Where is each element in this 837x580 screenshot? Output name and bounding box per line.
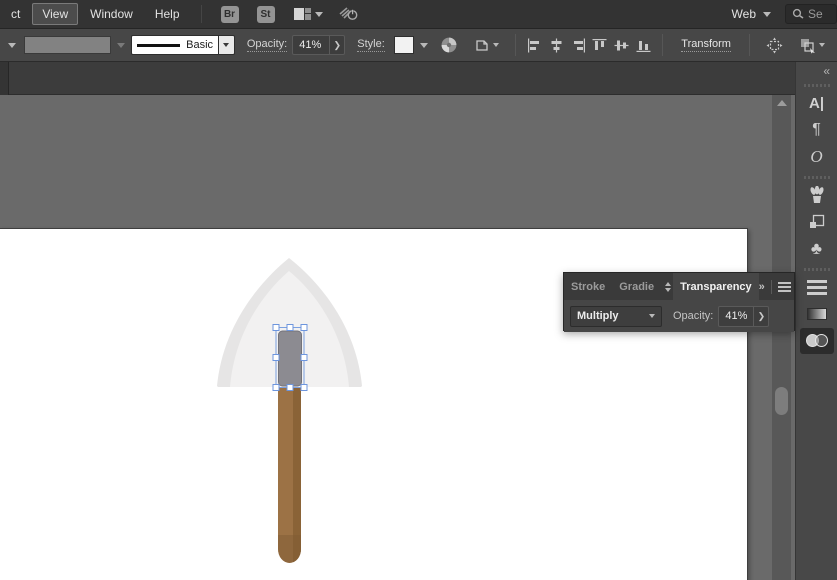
character-panel-button[interactable]: A|: [800, 90, 834, 116]
chevron-down-icon: [492, 43, 499, 47]
panel-opacity-value[interactable]: 41%: [719, 310, 753, 322]
menu-item-help[interactable]: Help: [145, 3, 190, 25]
opacity-value[interactable]: 41%: [293, 39, 329, 51]
divider: [662, 34, 664, 56]
gradient-panel-button[interactable]: [800, 301, 834, 327]
opacity-field[interactable]: 41% ❯: [292, 35, 346, 55]
align-horizontal-center-button[interactable]: [545, 33, 567, 57]
opentype-panel-button[interactable]: O: [800, 144, 834, 170]
touch-workspace-icon[interactable]: [337, 4, 359, 25]
panel-tab-bar: Stroke Gradie Transparency »: [564, 273, 794, 300]
dock-grip[interactable]: [803, 268, 830, 271]
arrange-documents-icon[interactable]: [293, 8, 311, 20]
shovel-socket: [278, 330, 302, 387]
align-vertical-bottom-button[interactable]: [632, 33, 654, 57]
brush-definition-label: Basic: [186, 39, 214, 51]
document-tab-edge[interactable]: [0, 62, 9, 95]
menu-item-view[interactable]: View: [32, 3, 79, 25]
arrange-options-icon[interactable]: [799, 37, 825, 54]
stock-button[interactable]: St: [256, 5, 275, 23]
transform-panel-button[interactable]: [800, 209, 834, 235]
style-dropdown-icon[interactable]: [419, 42, 428, 48]
search-icon: [792, 8, 804, 19]
workspace-switcher[interactable]: Web: [732, 7, 771, 21]
divider: [514, 34, 516, 56]
panel-dock: « A| ¶ O ♣: [795, 62, 837, 580]
workspace-label: Web: [731, 7, 756, 21]
control-bar: Basic Opacity: 41% ❯ Style: Transform: [0, 29, 837, 62]
dock-grip[interactable]: [803, 176, 830, 179]
shovel-artwork[interactable]: [170, 230, 420, 575]
panel-overflow-button[interactable]: »: [759, 281, 765, 293]
paragraph-icon: ¶: [812, 121, 821, 138]
scrollbar-thumb[interactable]: [775, 387, 788, 415]
align-horizontal-right-button[interactable]: [567, 33, 589, 57]
divider: [770, 279, 772, 294]
panel-opacity-label: Opacity:: [673, 310, 714, 322]
divider: [748, 34, 750, 56]
tab-gradient[interactable]: Gradie: [612, 273, 661, 300]
chevron-down-icon: [818, 43, 825, 47]
illustrator-window: ct View Window Help Br St Web Se Basic O…: [0, 0, 837, 580]
blend-mode-select[interactable]: Multiply: [570, 305, 662, 327]
gradient-icon: [806, 308, 827, 320]
search-input[interactable]: Se: [785, 4, 837, 24]
dock-grip[interactable]: [803, 84, 830, 87]
brushes-panel-button[interactable]: [800, 182, 834, 208]
collapse-dock-button[interactable]: «: [796, 62, 837, 78]
transparency-panel-body: Multiply Opacity: 41% ❯: [564, 300, 794, 332]
panel-opacity-field[interactable]: 41% ❯: [718, 305, 770, 327]
transform-link[interactable]: Transform: [681, 38, 731, 52]
paragraph-panel-button[interactable]: ¶: [800, 117, 834, 143]
opacity-stepper-icon[interactable]: ❯: [329, 36, 344, 54]
brush-definition-dropdown[interactable]: [219, 35, 235, 55]
scroll-up-icon[interactable]: [777, 100, 787, 106]
chevron-down-icon: [649, 314, 655, 318]
vertical-scrollbar[interactable]: [772, 95, 791, 580]
divider: [200, 5, 202, 23]
chevron-down-icon[interactable]: [314, 11, 323, 17]
stroke-panel-button[interactable]: [800, 274, 834, 300]
menu-item-window[interactable]: Window: [80, 3, 143, 25]
stroke-icon: [806, 279, 827, 295]
transform-icon: [809, 214, 824, 228]
panel-menu-icon[interactable]: [777, 281, 791, 292]
stroke-color-dropdown-icon[interactable]: [117, 42, 126, 48]
opacity-link[interactable]: Opacity:: [246, 38, 288, 52]
transparency-icon: [805, 334, 828, 348]
chevron-down-icon: [763, 11, 771, 17]
transparency-panel: Stroke Gradie Transparency » Multiply Op…: [563, 272, 795, 332]
style-swatch[interactable]: [393, 36, 414, 54]
character-icon: A|: [808, 94, 825, 112]
menu-bar: ct View Window Help Br St Web Se: [0, 0, 837, 29]
brush-stroke-sample: [137, 43, 181, 47]
bridge-button[interactable]: Br: [220, 5, 239, 23]
fill-color-swatch[interactable]: [23, 36, 112, 54]
panel-opacity-stepper-icon[interactable]: ❯: [753, 306, 768, 326]
align-vertical-center-button[interactable]: [611, 33, 633, 57]
tab-cycle-icon[interactable]: [665, 281, 672, 292]
opentype-icon: O: [810, 147, 823, 166]
search-text: Se: [808, 7, 823, 21]
menu-item-effect-partial[interactable]: ct: [1, 3, 30, 25]
document-tab-strip: [0, 62, 795, 95]
brush-definition-preview[interactable]: Basic: [131, 35, 220, 55]
symbols-icon: ♣: [810, 239, 823, 258]
symbols-panel-button[interactable]: ♣: [800, 236, 834, 262]
align-horizontal-left-button[interactable]: [524, 33, 546, 57]
recolor-artwork-icon[interactable]: [440, 36, 458, 54]
fill-color-dropdown[interactable]: [4, 35, 20, 55]
tab-stroke[interactable]: Stroke: [564, 273, 612, 300]
style-label[interactable]: Style:: [357, 38, 385, 52]
transparency-panel-button[interactable]: [799, 328, 834, 354]
brushes-icon: [809, 186, 824, 203]
isolate-object-icon[interactable]: [766, 37, 783, 54]
blend-mode-value: Multiply: [577, 310, 619, 322]
align-vertical-top-button[interactable]: [589, 33, 611, 57]
select-similar-icon[interactable]: [474, 37, 499, 53]
tab-transparency[interactable]: Transparency: [673, 273, 759, 300]
